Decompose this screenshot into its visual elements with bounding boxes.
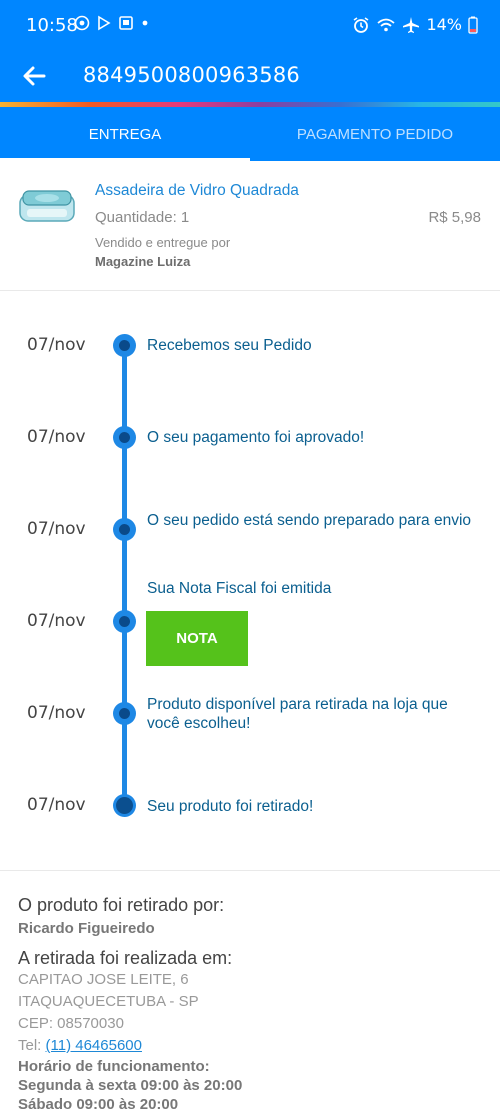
timeline-status: Seu produto foi retirado! — [147, 798, 314, 815]
timeline-dot — [113, 426, 136, 449]
product-image — [19, 190, 75, 222]
timeline-status: O seu pedido está sendo preparado para e… — [147, 512, 472, 529]
wifi-icon — [377, 18, 396, 31]
timeline-date: 07/nov — [27, 335, 86, 355]
battery-percent: 14% — [426, 15, 462, 34]
product-quantity: Quantidade: 1 — [95, 209, 190, 226]
address-cep: CEP: 08570030 — [18, 1015, 124, 1032]
seller-name: Magazine Luiza — [95, 254, 191, 269]
play-store-icon — [98, 15, 111, 31]
timeline-date: 07/nov — [27, 611, 86, 631]
hours-saturday: Sábado 09:00 às 20:00 — [18, 1096, 179, 1111]
product-price: R$ 5,98 — [428, 209, 481, 226]
dot-icon — [142, 20, 148, 26]
pickup-info: O produto foi retirado por: Ricardo Figu… — [18, 894, 488, 1111]
timeline-line — [122, 345, 127, 805]
timeline-status: Recebemos seu Pedido — [147, 337, 312, 354]
battery-icon — [468, 16, 478, 34]
picked-by-label: O produto foi retirado por: — [18, 895, 225, 915]
app-header: 8849500800963586 — [0, 52, 500, 102]
delivery-timeline: 07/nov Recebemos seu Pedido 07/nov O seu… — [0, 291, 500, 871]
pickup-location-label: A retirada foi realizada em: — [18, 948, 233, 968]
hours-weekday: Segunda à sexta 09:00 às 20:00 — [18, 1077, 243, 1094]
whatsapp-icon — [74, 15, 90, 31]
tab-entrega[interactable]: ENTREGA — [0, 107, 250, 161]
address-line1: CAPITAO JOSE LEITE, 6 — [18, 971, 189, 988]
nota-fiscal-button[interactable]: NOTA — [146, 611, 248, 666]
product-name[interactable]: Assadeira de Vidro Quadrada — [95, 182, 299, 200]
timeline-date: 07/nov — [27, 519, 86, 539]
sold-by-label: Vendido e entregue por — [95, 235, 231, 250]
address-line2: ITAQUAQUECETUBA - SP — [18, 993, 199, 1010]
tab-pagamento-pedido[interactable]: PAGAMENTO PEDIDO — [250, 107, 500, 161]
product-card[interactable]: Assadeira de Vidro Quadrada Quantidade: … — [0, 161, 500, 291]
timeline-status: O seu pagamento foi aprovado! — [147, 429, 365, 446]
phone-link[interactable]: (11) 46465600 — [46, 1037, 142, 1054]
timeline-dot — [113, 610, 136, 633]
timeline-dot — [113, 334, 136, 357]
timeline-dot — [113, 518, 136, 541]
timeline-date: 07/nov — [27, 795, 86, 815]
status-time: 10:58 — [26, 15, 78, 36]
phone-label: Tel: — [18, 1037, 42, 1054]
gallery-icon — [119, 16, 133, 30]
timeline-dot-current — [113, 794, 136, 817]
order-number-title: 8849500800963586 — [83, 63, 300, 87]
timeline-status: Sua Nota Fiscal foi emitida — [147, 580, 332, 597]
arrow-left-icon[interactable] — [20, 62, 48, 90]
picked-by-name: Ricardo Figueiredo — [18, 920, 155, 937]
airplane-icon — [403, 16, 420, 33]
timeline-date: 07/nov — [27, 703, 86, 723]
timeline-status: Produto disponível para retirada na loja… — [147, 696, 448, 732]
status-bar: 10:58 14% — [0, 0, 500, 52]
phone-row: Tel: (11) 46465600 — [18, 1035, 488, 1057]
timeline-date: 07/nov — [27, 427, 86, 447]
alarm-icon — [353, 16, 369, 33]
timeline-dot — [113, 702, 136, 725]
tab-bar: ENTREGA PAGAMENTO PEDIDO — [0, 107, 500, 161]
hours-label: Horário de funcionamento: — [18, 1058, 210, 1075]
